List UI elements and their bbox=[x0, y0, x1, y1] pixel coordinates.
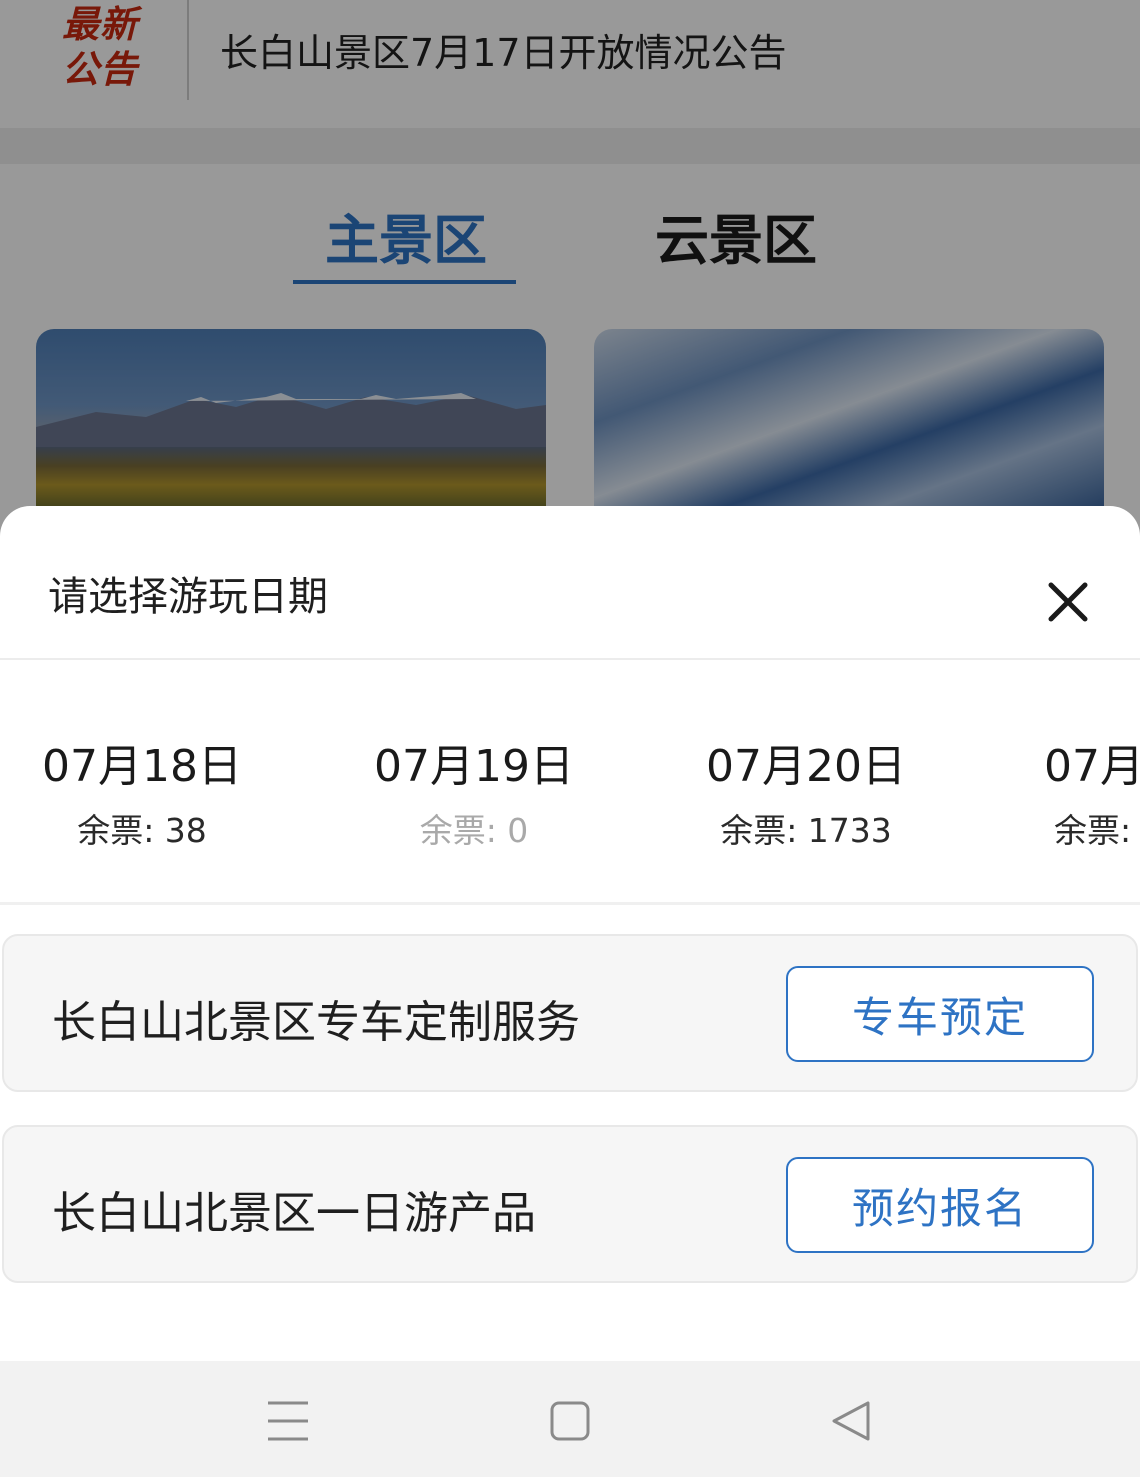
home-square-icon bbox=[550, 1401, 590, 1441]
date-list: 07月18日 余票: 38 07月19日 余票: 0 07月20日 余票: 17… bbox=[0, 660, 1140, 904]
date-option[interactable]: 07月18日 余票: 38 bbox=[22, 730, 262, 852]
date-label: 07月18日 bbox=[42, 741, 242, 792]
date-option[interactable]: 07月 余票: bbox=[1044, 730, 1140, 852]
back-triangle-icon bbox=[832, 1401, 870, 1441]
nav-back-button[interactable] bbox=[828, 1397, 876, 1445]
date-option[interactable]: 07月19日 余票: 0 bbox=[354, 730, 594, 852]
service-name: 长白山北景区一日游产品 bbox=[52, 1188, 536, 1239]
close-icon bbox=[1048, 582, 1088, 622]
car-booking-button[interactable]: 专车预定 bbox=[786, 966, 1094, 1062]
nav-home-button[interactable] bbox=[546, 1397, 594, 1445]
ticket-count: 余票: 38 bbox=[77, 811, 207, 850]
date-label: 07月 bbox=[1044, 741, 1140, 792]
sheet-title: 请选择游玩日期 bbox=[48, 574, 328, 620]
ticket-count: 余票: 1733 bbox=[720, 811, 892, 850]
system-nav-bar bbox=[0, 1361, 1140, 1477]
close-button[interactable] bbox=[1040, 574, 1096, 630]
ticket-count: 余票: 0 bbox=[419, 811, 529, 850]
nav-menu-button[interactable] bbox=[264, 1397, 312, 1445]
date-label: 07月19日 bbox=[374, 741, 574, 792]
divider bbox=[0, 902, 1140, 905]
service-name: 长白山北景区专车定制服务 bbox=[52, 997, 580, 1048]
service-card: 长白山北景区专车定制服务 专车预定 bbox=[2, 934, 1138, 1092]
date-option[interactable]: 07月20日 余票: 1733 bbox=[686, 730, 926, 852]
date-label: 07月20日 bbox=[706, 741, 906, 792]
ticket-count: 余票: bbox=[1054, 811, 1132, 850]
menu-icon bbox=[268, 1401, 308, 1441]
day-tour-signup-button[interactable]: 预约报名 bbox=[786, 1157, 1094, 1253]
service-card: 长白山北景区一日游产品 预约报名 bbox=[2, 1125, 1138, 1283]
date-picker-sheet: 请选择游玩日期 07月18日 余票: 38 07月19日 余票: 0 07月20… bbox=[0, 506, 1140, 1361]
